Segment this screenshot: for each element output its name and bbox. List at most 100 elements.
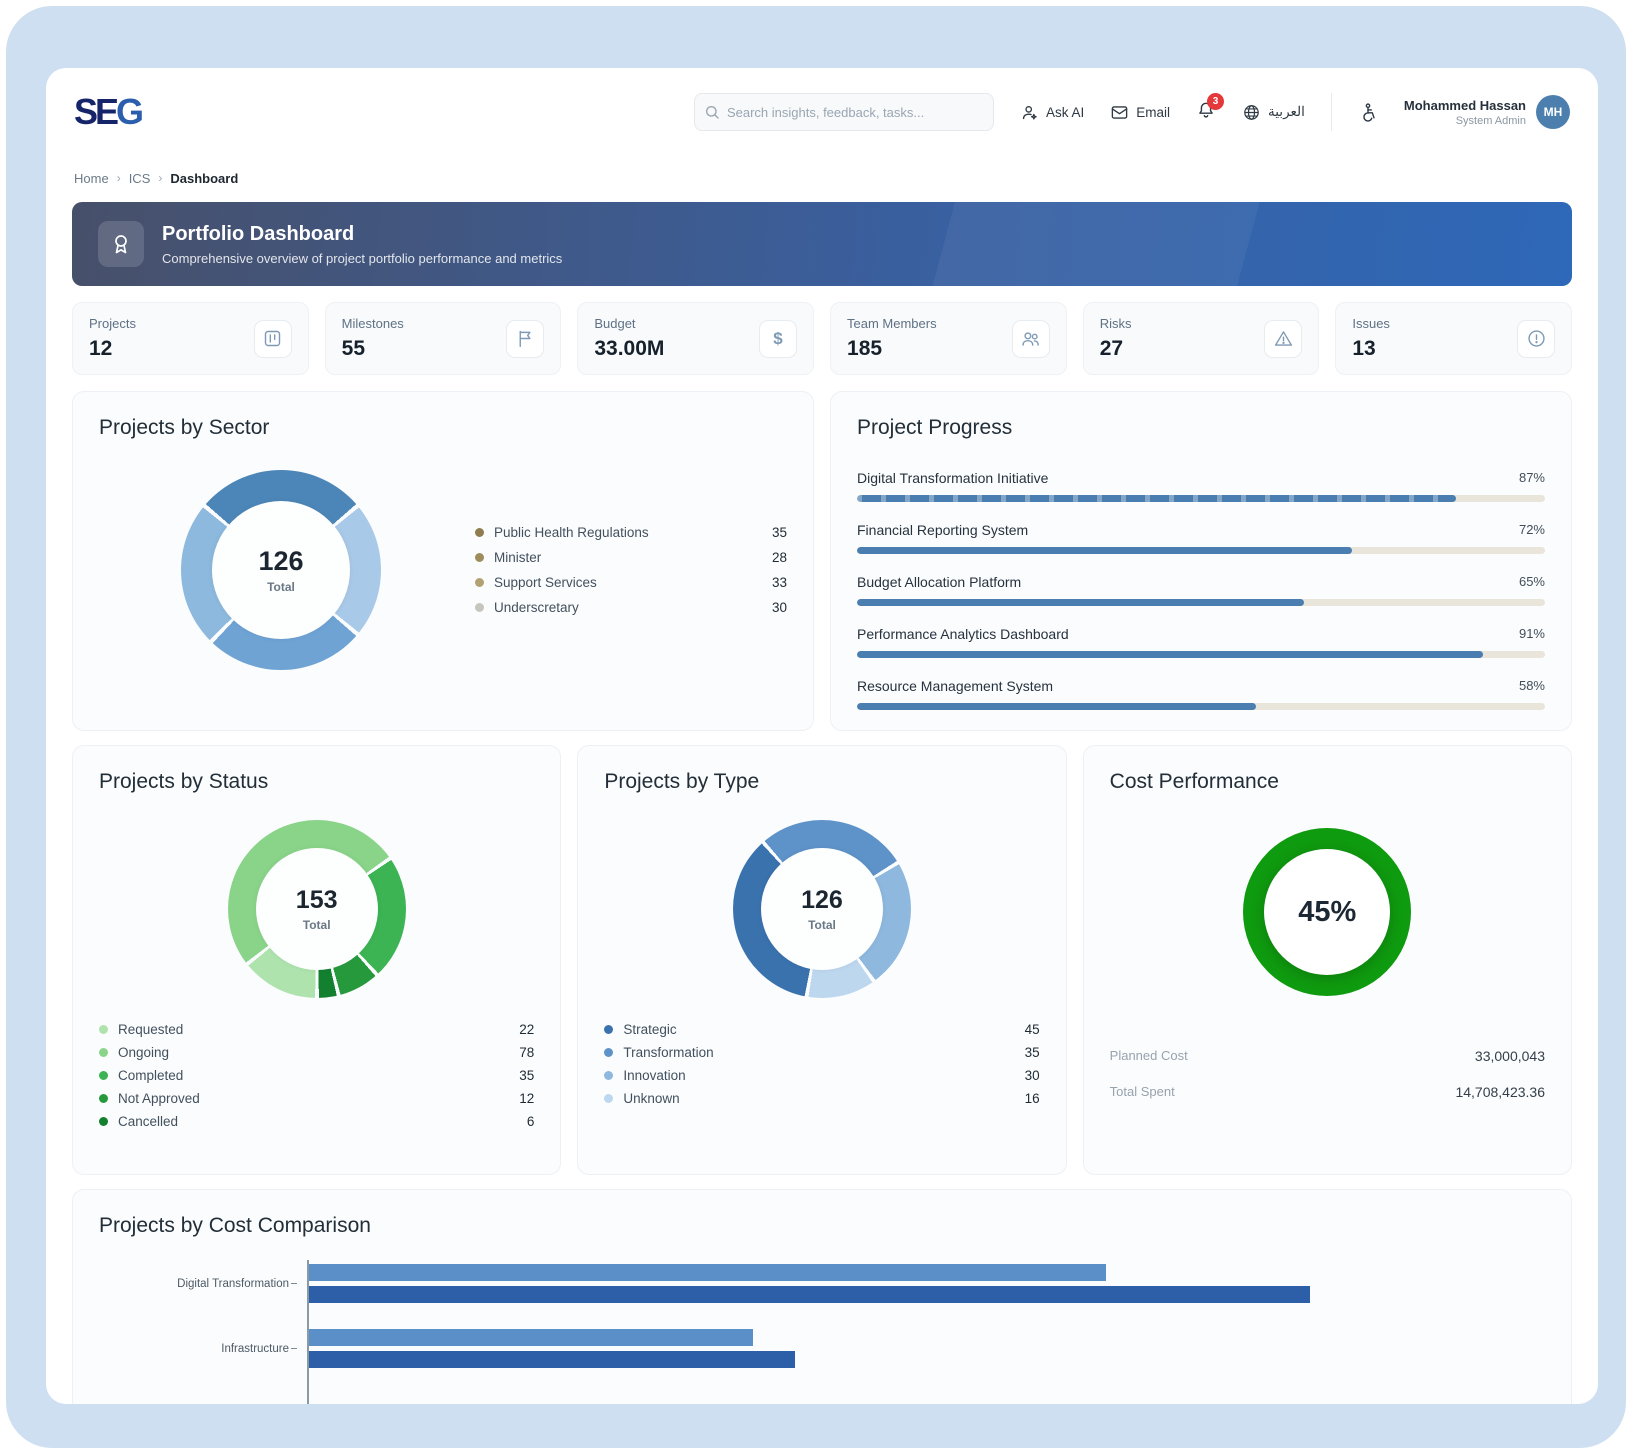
ask-ai-label: Ask AI <box>1046 105 1084 120</box>
search-box <box>694 93 994 131</box>
page-title: Portfolio Dashboard <box>162 223 562 246</box>
donut-total-label: Total <box>267 580 295 594</box>
ask-ai-icon <box>1020 103 1039 122</box>
legend-label: Transformation <box>623 1045 1024 1060</box>
legend-dot-icon <box>475 603 484 612</box>
legend-item: Transformation35 <box>604 1045 1039 1060</box>
progress-row: Performance Analytics Dashboard91% <box>857 626 1545 658</box>
cost-performance-card: Cost Performance 45% Planned Cost 33,000… <box>1083 745 1572 1175</box>
cost-comparison-card: Projects by Cost Comparison Digital Tran… <box>72 1189 1572 1404</box>
bar-pair <box>307 1329 1545 1368</box>
progress-percent: 65% <box>1519 574 1545 590</box>
bar-category-label: Infrastructure <box>99 1343 299 1355</box>
stat-card-projects: Projects 12 <box>72 302 309 375</box>
progress-row: Digital Transformation Initiative87% <box>857 470 1545 502</box>
app-logo[interactable]: SEG <box>74 91 141 133</box>
legend-value: 30 <box>772 600 787 615</box>
legend-label: Ongoing <box>118 1045 519 1060</box>
bar <box>308 1329 753 1346</box>
legend-item: Completed35 <box>99 1068 534 1083</box>
user-profile[interactable]: Mohammed Hassan System Admin MH <box>1404 95 1570 129</box>
cost-details: Planned Cost 33,000,043 Total Spent 14,7… <box>1110 1048 1545 1100</box>
y-axis-line <box>307 1260 309 1404</box>
breadcrumb: Home › ICS › Dashboard <box>46 156 1598 200</box>
cost-gauge-ring: 45% <box>1243 828 1411 996</box>
accessibility-button[interactable] <box>1358 102 1378 122</box>
notification-bell-button[interactable]: 3 <box>1196 100 1216 125</box>
main-content: Portfolio Dashboard Comprehensive overvi… <box>46 200 1598 1404</box>
legend-label: Innovation <box>623 1068 1024 1083</box>
progress-track <box>857 495 1545 502</box>
chart-title: Projects by Sector <box>99 416 787 440</box>
charts-row-1: Projects by Sector 126 Total Public Heal… <box>72 391 1572 731</box>
progress-percent: 58% <box>1519 678 1545 694</box>
stat-value: 13 <box>1352 337 1390 361</box>
language-switcher[interactable]: العربية <box>1242 103 1305 122</box>
legend-dot-icon <box>99 1071 108 1080</box>
projects-by-type-card: Projects by Type 126 Total Strategic45Tr… <box>577 745 1066 1175</box>
cost-detail-label: Planned Cost <box>1110 1048 1188 1064</box>
user-name: Mohammed Hassan <box>1404 98 1526 113</box>
legend-value: 35 <box>1025 1045 1040 1060</box>
kanban-icon <box>262 328 283 349</box>
ask-ai-button[interactable]: Ask AI <box>1020 103 1084 122</box>
email-button[interactable]: Email <box>1110 103 1170 122</box>
stat-label: Issues <box>1352 316 1390 331</box>
sector-donut-chart: 126 Total <box>181 470 381 670</box>
progress-track <box>857 547 1545 554</box>
stat-value: 27 <box>1100 337 1132 361</box>
breadcrumb-item-ics[interactable]: ICS <box>129 171 151 186</box>
breadcrumb-item-dashboard: Dashboard <box>170 171 238 186</box>
legend-dot-icon <box>604 1025 613 1034</box>
legend-item: Minister28 <box>475 550 787 565</box>
legend-label: Support Services <box>494 575 772 590</box>
legend-dot-icon <box>99 1025 108 1034</box>
type-legend: Strategic45Transformation35Innovation30U… <box>604 1022 1039 1106</box>
stat-value: 33.00M <box>594 337 664 361</box>
legend-value: 33 <box>772 575 787 590</box>
avatar: MH <box>1536 95 1570 129</box>
legend-label: Unknown <box>623 1091 1024 1106</box>
stat-label: Team Members <box>847 316 937 331</box>
award-icon <box>109 232 133 256</box>
legend-label: Public Health Regulations <box>494 525 772 540</box>
legend-value: 12 <box>519 1091 534 1106</box>
bar <box>308 1351 795 1368</box>
donut-center: 153 Total <box>256 848 378 970</box>
legend-item: Unknown16 <box>604 1091 1039 1106</box>
warning-triangle-icon <box>1273 328 1294 349</box>
legend-dot-icon <box>99 1048 108 1057</box>
bar-pair <box>307 1264 1545 1303</box>
donut-center: 126 Total <box>761 848 883 970</box>
page-banner: Portfolio Dashboard Comprehensive overvi… <box>72 202 1572 286</box>
cost-detail-value: 33,000,043 <box>1475 1048 1545 1064</box>
bar-group: Digital Transformation <box>99 1264 1545 1303</box>
banner-icon-box <box>98 221 144 267</box>
progress-label: Resource Management System <box>857 678 1053 694</box>
stat-icon-box <box>1012 320 1050 358</box>
stat-label: Projects <box>89 316 136 331</box>
cost-comparison-chart: Digital Transformation Infrastructure <box>99 1264 1545 1368</box>
legend-item: Cancelled6 <box>99 1114 534 1129</box>
sector-donut-wrap: 126 Total <box>181 470 381 670</box>
charts-row-3: Projects by Cost Comparison Digital Tran… <box>72 1189 1572 1404</box>
legend-item: Not Approved12 <box>99 1091 534 1106</box>
breadcrumb-item-home[interactable]: Home <box>74 171 109 186</box>
legend-value: 16 <box>1025 1091 1040 1106</box>
legend-label: Requested <box>118 1022 519 1037</box>
cost-gauge-center: 45% <box>1264 849 1390 975</box>
bar-group: Infrastructure <box>99 1329 1545 1368</box>
chart-title: Cost Performance <box>1110 770 1545 794</box>
project-progress-card: Project Progress Digital Transformation … <box>830 391 1572 731</box>
progress-fill <box>857 547 1352 554</box>
email-icon <box>1110 103 1129 122</box>
legend-value: 78 <box>519 1045 534 1060</box>
progress-fill <box>857 703 1256 710</box>
legend-label: Minister <box>494 550 772 565</box>
stat-icon-box <box>1517 320 1555 358</box>
legend-value: 35 <box>519 1068 534 1083</box>
page-subtitle: Comprehensive overview of project portfo… <box>162 251 562 266</box>
chart-title: Projects by Cost Comparison <box>99 1214 1545 1238</box>
cost-percent: 45% <box>1298 896 1356 929</box>
search-input[interactable] <box>694 93 994 131</box>
